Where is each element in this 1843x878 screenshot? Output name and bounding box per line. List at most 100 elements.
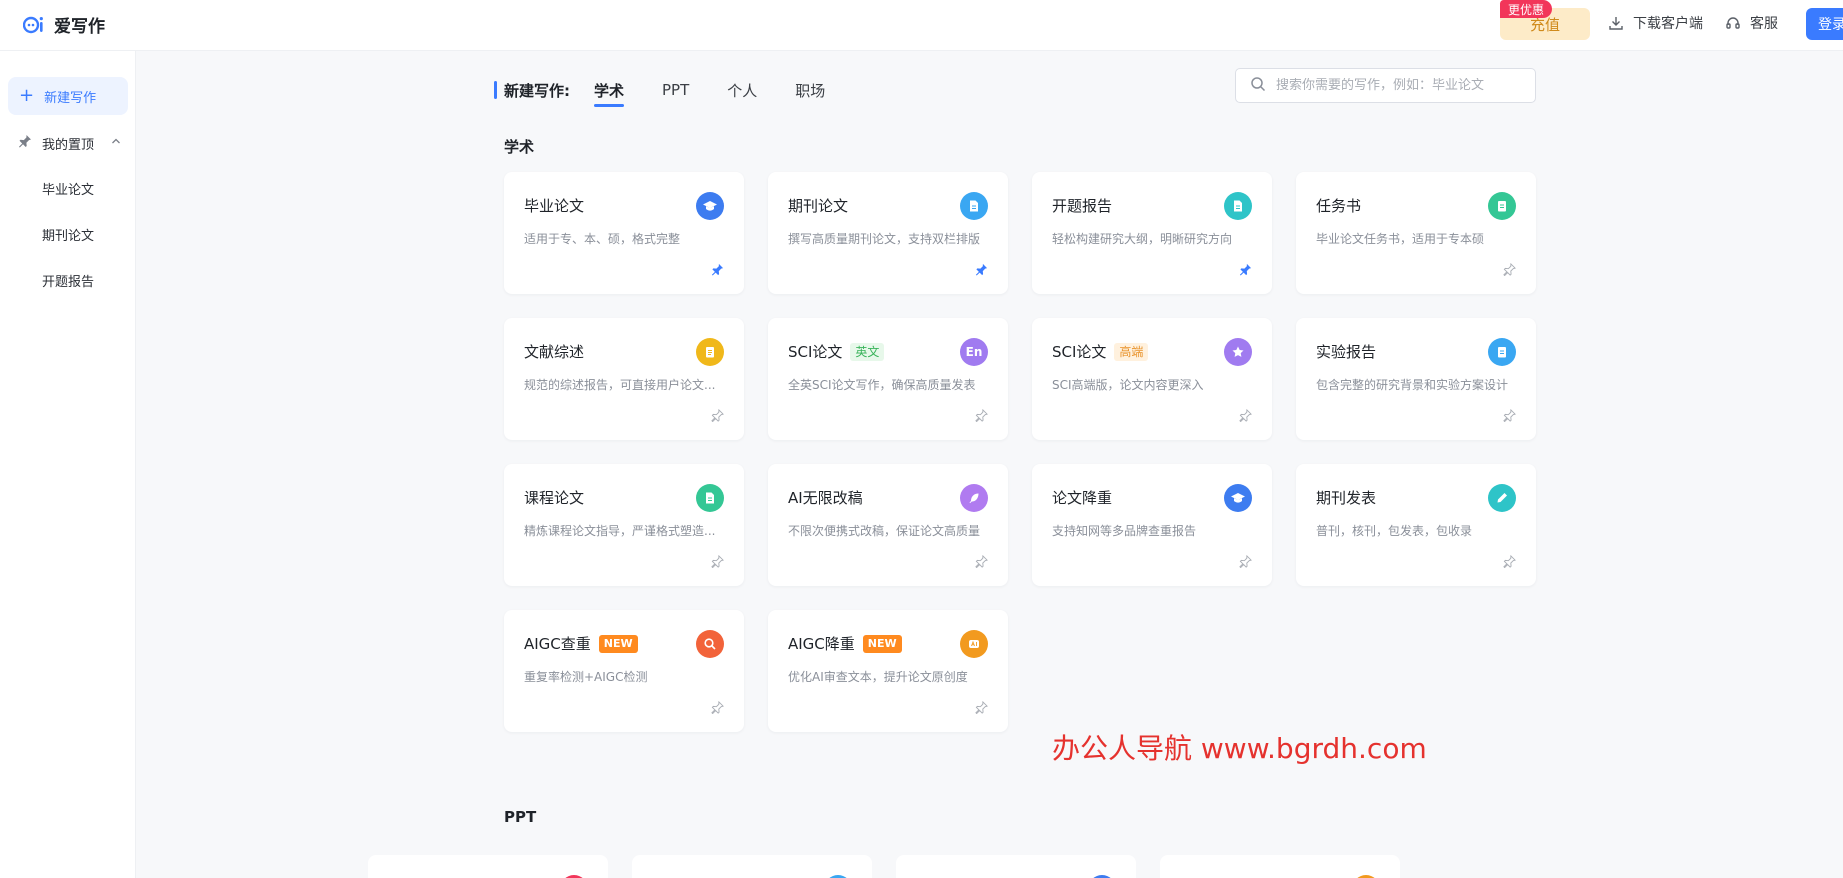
watermark-text: 办公人导航 www.bgrdh.com [1052,732,1427,765]
pin-icon[interactable] [1502,408,1516,422]
clipboard-icon [1488,192,1516,220]
card-title: AIGC降重 [788,635,855,653]
feather-icon [960,484,988,512]
feature-card[interactable]: 毕业论文 适用于专、本、硕，格式完整 [504,172,744,294]
card-description: 普刊，核刊，包发表，包收录 [1316,524,1473,538]
robot-logo-icon [22,14,46,36]
sidebar-pinned-label: 我的置顶 [42,137,95,153]
feature-card[interactable]: 实验报告 包含完整的研究背景和实验方案设计 [1296,318,1536,440]
card-description: 轻松构建研究大纲，明晰研究方向 [1052,232,1233,246]
card-title-row: 实验报告 [1316,341,1376,362]
chevron-up-icon[interactable] [110,135,122,151]
app-logo[interactable]: 爱写作 [22,12,105,37]
academic-card-grid: 毕业论文 适用于专、本、硕，格式完整 期刊论文 撰写高质量期刊论文，支持双栏排版 开题报… [504,172,1536,732]
card-tag-badge: NEW [862,634,902,653]
card-description: 毕业论文任务书，适用于专本硕 [1316,232,1485,246]
feature-card[interactable]: 期刊发表普刊，核刊，包发表，包收录 [1296,464,1536,586]
card-title-row: 期刊论文 [788,195,848,216]
feature-card[interactable]: 任务书毕业论文任务书，适用于专本硕 [1296,172,1536,294]
pin-icon[interactable] [974,554,988,568]
feature-card[interactable]: AIGC降重 NEW 优化AI审查文本，提升论文原创度 [768,610,1008,732]
tab-personal[interactable]: 个人 [727,75,757,105]
card-description: 不限次便携式改稿，保证论文高质量 [788,524,981,538]
accent-bar [494,81,497,99]
ppt-card[interactable] [896,855,1136,878]
search-input[interactable] [1276,78,1516,93]
card-title: SCI论文 [1052,343,1107,361]
star-icon [1224,338,1252,366]
card-title-row: SCI论文 英文 [788,341,885,362]
ppt-card[interactable] [1160,855,1400,878]
card-title-row: AI无限改稿 [788,487,863,508]
download-client-label: 下载客户端 [1633,16,1703,32]
pin-icon[interactable] [1238,408,1252,422]
new-writing-button[interactable]: + 新建写作 [8,77,128,115]
card-description: 适用于专、本、硕，格式完整 [524,232,681,246]
card-title-row: AIGC查重 NEW [524,633,638,654]
card-title: 期刊论文 [788,197,849,215]
headset-icon [1724,14,1742,32]
login-button[interactable]: 登录 [1806,8,1843,40]
card-title: AIGC查重 [524,635,591,653]
pin-icon[interactable] [1502,262,1516,276]
sidebar-item-proposal-report[interactable]: 开题报告 [0,268,136,292]
card-title: 课程论文 [524,489,585,507]
pin-icon[interactable] [974,700,988,714]
card-title: 文献综述 [524,343,585,361]
customer-service-link[interactable]: 客服 [1724,13,1778,33]
pin-icon[interactable] [710,408,724,422]
feature-card[interactable]: AIGC查重 NEW 重复率检测+AIGC检测 [504,610,744,732]
card-title-row: 文献综述 [524,341,584,362]
sidebar-item-graduation-thesis[interactable]: 毕业论文 [0,176,136,200]
ppt-card[interactable] [368,855,608,878]
tab-ppt[interactable]: PPT [662,75,689,105]
download-icon [1607,14,1625,32]
card-description: 撰写高质量期刊论文，支持双栏排版 [788,232,981,246]
feature-card[interactable]: 期刊论文撰写高质量期刊论文，支持双栏排版 [768,172,1008,294]
feature-card[interactable]: 论文降重 支持知网等多品牌查重报告 [1032,464,1272,586]
ppt-card-row [368,855,1400,878]
en-letters-icon: En [960,338,988,366]
tabs-title: 新建写作: [504,81,570,100]
pin-icon[interactable] [710,554,724,568]
ai-badge-icon [960,630,988,658]
sidebar-item-journal-paper[interactable]: 期刊论文 [0,222,136,246]
card-title: AI无限改稿 [788,489,863,507]
card-description: 优化AI审查文本，提升论文原创度 [788,670,968,684]
feature-card[interactable]: 课程论文 精炼课程论文指导，严谨格式塑造... [504,464,744,586]
card-title-row: 课程论文 [524,487,584,508]
pinned-icon[interactable] [710,262,724,276]
sidebar-pinned-group[interactable]: 我的置顶 [18,131,154,155]
pin-icon[interactable] [1502,554,1516,568]
top-header: 爱写作 充值 更优惠 下载客户端 客服 登录 [0,0,1843,51]
card-description: 规范的综述报告，可直接用户论文... [524,378,716,392]
pin-icon [18,134,32,152]
document-icon [1224,192,1252,220]
card-title: 期刊发表 [1316,489,1377,507]
feature-card[interactable]: AI无限改稿不限次便携式改稿，保证论文高质量 [768,464,1008,586]
card-title-row: SCI论文 高端 [1052,341,1149,362]
card-description: SCI高端版，论文内容更深入 [1052,378,1204,392]
feature-card[interactable]: SCI论文 英文 全英SCI论文写作，确保高质量发表 En [768,318,1008,440]
feature-card[interactable]: 开题报告 轻松构建研究大纲，明晰研究方向 [1032,172,1272,294]
section-title-academic: 学术 [504,138,535,156]
clipboard-icon [1488,338,1516,366]
ppt-card[interactable] [632,855,872,878]
search-box[interactable] [1235,68,1536,103]
tab-academic[interactable]: 学术 [594,75,625,107]
app-name: 爱写作 [54,17,105,37]
card-title-row: 论文降重 [1052,487,1112,508]
pinned-icon[interactable] [974,262,988,276]
tab-workplace[interactable]: 职场 [795,75,825,105]
feature-card[interactable]: SCI论文 高端 SCI高端版，论文内容更深入 [1032,318,1272,440]
pinned-icon[interactable] [1238,262,1252,276]
download-client-link[interactable]: 下载客户端 [1607,13,1703,33]
pin-icon[interactable] [974,408,988,422]
feature-card[interactable]: 文献综述规范的综述报告，可直接用户论文... [504,318,744,440]
graduation-cap-icon [696,192,724,220]
customer-service-label: 客服 [1750,16,1778,32]
card-tag-badge: NEW [598,634,638,653]
card-title: 任务书 [1316,197,1362,215]
pin-icon[interactable] [1238,554,1252,568]
pin-icon[interactable] [710,700,724,714]
